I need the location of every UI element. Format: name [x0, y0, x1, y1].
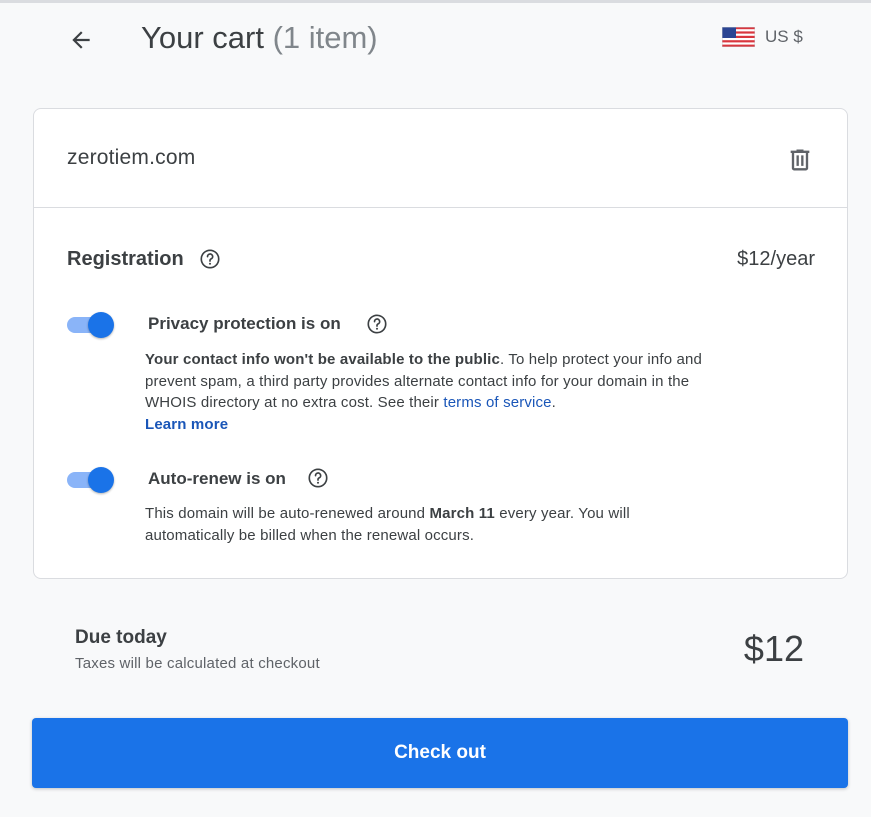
autorenew-description: This domain will be auto-renewed around …	[145, 503, 705, 546]
page-header: Your cart (1 item) US $	[0, 0, 871, 80]
item-count: (1 item)	[272, 20, 378, 55]
page-title-text: Your cart	[141, 20, 264, 55]
help-circle-icon	[308, 468, 328, 488]
registration-label: Registration	[67, 248, 184, 270]
terms-of-service-link[interactable]: terms of service	[443, 394, 551, 411]
help-circle-icon	[367, 314, 387, 334]
autorenew-title: Auto-renew is on	[148, 469, 286, 488]
privacy-toggle[interactable]	[66, 310, 116, 340]
autorenew-toggle[interactable]	[66, 465, 116, 495]
autorenew-toggle-knob	[88, 467, 114, 493]
domain-name: zerotiem.com	[67, 146, 196, 169]
checkout-button[interactable]: Check out	[32, 718, 848, 788]
currency-label: US $	[765, 27, 803, 46]
autorenew-help-button[interactable]	[306, 466, 330, 490]
privacy-description: Your contact info won't be available to …	[145, 349, 735, 435]
cart-item-card: zerotiem.com Registration $12/year Priva…	[33, 108, 848, 579]
privacy-help-button[interactable]	[365, 312, 389, 336]
trash-icon	[790, 149, 810, 171]
back-button[interactable]	[62, 22, 100, 58]
domain-row: zerotiem.com	[34, 109, 847, 208]
privacy-desc-bold: Your contact info won't be available to …	[145, 351, 500, 368]
privacy-desc-end: .	[551, 394, 556, 411]
help-circle-icon	[200, 249, 220, 269]
tax-note: Taxes will be calculated at checkout	[75, 655, 320, 672]
learn-more-link[interactable]: Learn more	[145, 416, 228, 433]
privacy-title: Privacy protection is on	[148, 314, 341, 333]
arrow-left-icon	[72, 31, 90, 49]
due-today-label: Due today	[75, 627, 167, 648]
autorenew-date: March 11	[429, 505, 495, 522]
privacy-toggle-knob	[88, 312, 114, 338]
page-title: Your cart (1 item)	[141, 20, 378, 56]
due-amount: $12	[743, 628, 804, 669]
autorenew-desc-pre: This domain will be auto-renewed around	[145, 505, 430, 522]
remove-item-button[interactable]	[782, 142, 818, 178]
registration-help-button[interactable]	[198, 247, 222, 271]
registration-price: $12/year	[737, 248, 815, 270]
currency-selector[interactable]: US $	[722, 24, 803, 50]
us-flag-icon	[722, 27, 755, 47]
